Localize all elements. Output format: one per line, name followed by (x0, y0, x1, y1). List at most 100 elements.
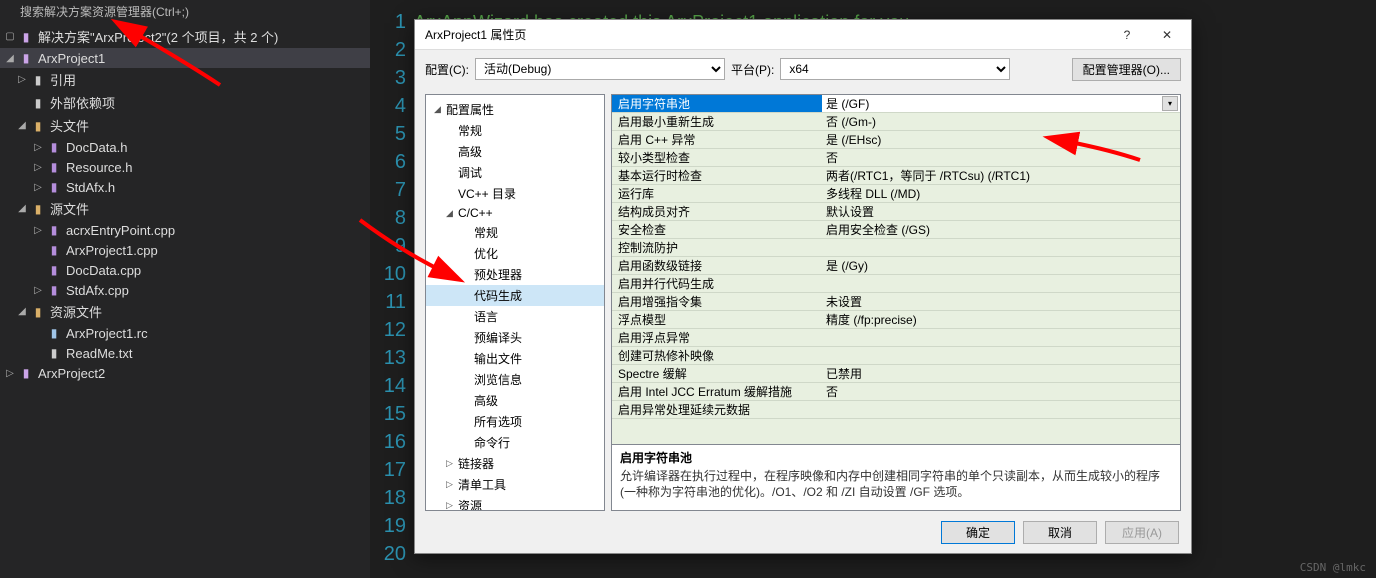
tree-item[interactable]: ◢▮源文件 (0, 197, 370, 220)
nav-item-label: 命令行 (474, 434, 510, 451)
property-row[interactable]: 基本运行时检查两者(/RTC1，等同于 /RTCsu) (/RTC1) (612, 167, 1180, 185)
dropdown-icon[interactable]: ▾ (1162, 96, 1178, 111)
property-row[interactable]: Spectre 缓解已禁用 (612, 365, 1180, 383)
tree-item-label: 资源文件 (50, 302, 102, 321)
property-row[interactable]: 控制流防护 (612, 239, 1180, 257)
property-row[interactable]: 较小类型检查否 (612, 149, 1180, 167)
line-number: 10 (370, 260, 406, 288)
tree-item[interactable]: ▷▮acrxEntryPoint.cpp (0, 220, 370, 240)
chevron-icon: ▢ (4, 31, 16, 42)
nav-item[interactable]: 浏览信息 (426, 369, 604, 390)
config-manager-button[interactable]: 配置管理器(O)... (1072, 58, 1181, 81)
nav-item[interactable]: ◢C/C++ (426, 204, 604, 222)
tree-item[interactable]: ▷▮引用 (0, 68, 370, 91)
nav-item[interactable]: 常规 (426, 120, 604, 141)
nav-item-label: 常规 (474, 224, 498, 241)
chevron-icon: ▷ (446, 458, 458, 469)
tree-item[interactable]: ▷▮StdAfx.h (0, 177, 370, 197)
property-row[interactable]: 浮点模型精度 (/fp:precise) (612, 311, 1180, 329)
property-value[interactable]: 多线程 DLL (/MD) (822, 185, 1180, 202)
nav-item[interactable]: 常规 (426, 222, 604, 243)
tree-item[interactable]: ◢▮ArxProject1 (0, 48, 370, 68)
nav-item[interactable]: ▷链接器 (426, 453, 604, 474)
nav-item[interactable]: ▷资源 (426, 495, 604, 511)
tree-item-label: DocData.cpp (66, 263, 141, 278)
cancel-button[interactable]: 取消 (1023, 521, 1097, 544)
property-row[interactable]: 创建可热修补映像 (612, 347, 1180, 365)
property-value[interactable]: 是 (/Gy) (822, 257, 1180, 274)
property-value[interactable]: 否 (822, 383, 1180, 400)
tree-item[interactable]: ▮ArxProject1.cpp (0, 240, 370, 260)
tree-item[interactable]: ▷▮StdAfx.cpp (0, 280, 370, 300)
property-name: 基本运行时检查 (612, 167, 822, 184)
property-value[interactable]: 否 (/Gm-) (822, 113, 1180, 130)
property-value[interactable]: 精度 (/fp:precise) (822, 311, 1180, 328)
property-row[interactable]: 启用字符串池是 (/GF)▾ (612, 95, 1180, 113)
tree-item[interactable]: ◢▮头文件 (0, 114, 370, 137)
property-value[interactable]: 已禁用 (822, 365, 1180, 382)
property-row[interactable]: 启用增强指令集未设置 (612, 293, 1180, 311)
line-number: 17 (370, 456, 406, 484)
nav-item[interactable]: 预编译头 (426, 327, 604, 348)
apply-button[interactable]: 应用(A) (1105, 521, 1179, 544)
property-row[interactable]: 启用异常处理延续元数据 (612, 401, 1180, 419)
help-button[interactable]: ? (1107, 21, 1147, 49)
property-row[interactable]: 安全检查启用安全检查 (/GS) (612, 221, 1180, 239)
property-value[interactable]: 未设置 (822, 293, 1180, 310)
property-grid[interactable]: 启用字符串池是 (/GF)▾启用最小重新生成否 (/Gm-)启用 C++ 异常是… (611, 94, 1181, 445)
tree-item[interactable]: ▮ArxProject1.rc (0, 323, 370, 343)
nav-item[interactable]: 优化 (426, 243, 604, 264)
nav-item-label: 浏览信息 (474, 371, 522, 388)
chevron-icon: ◢ (16, 120, 28, 131)
nav-item[interactable]: VC++ 目录 (426, 183, 604, 204)
property-value[interactable]: 是 (/EHsc) (822, 131, 1180, 148)
nav-item[interactable]: 命令行 (426, 432, 604, 453)
nav-item[interactable]: 代码生成 (426, 285, 604, 306)
property-value[interactable]: 启用安全检查 (/GS) (822, 221, 1180, 238)
property-row[interactable]: 结构成员对齐默认设置 (612, 203, 1180, 221)
nav-item[interactable]: 语言 (426, 306, 604, 327)
nav-item[interactable]: ◢配置属性 (426, 99, 604, 120)
property-nav-tree[interactable]: ◢配置属性常规高级调试VC++ 目录◢C/C++常规优化预处理器代码生成语言预编… (425, 94, 605, 511)
property-row[interactable]: 启用最小重新生成否 (/Gm-) (612, 113, 1180, 131)
property-row[interactable]: 启用 C++ 异常是 (/EHsc) (612, 131, 1180, 149)
line-number: 2 (370, 36, 406, 64)
nav-item[interactable]: 所有选项 (426, 411, 604, 432)
property-row[interactable]: 启用浮点异常 (612, 329, 1180, 347)
property-row[interactable]: 运行库多线程 DLL (/MD) (612, 185, 1180, 203)
property-row[interactable]: 启用 Intel JCC Erratum 缓解措施否 (612, 383, 1180, 401)
property-row[interactable]: 启用并行代码生成 (612, 275, 1180, 293)
tree-item[interactable]: ▷▮Resource.h (0, 157, 370, 177)
property-value[interactable]: 是 (/GF)▾ (822, 95, 1180, 112)
nav-item[interactable]: ▷清单工具 (426, 474, 604, 495)
nav-item[interactable]: 高级 (426, 390, 604, 411)
tree-item-label: ArxProject1.rc (66, 326, 148, 341)
tree-item[interactable]: ▢▮解决方案"ArxProject2"(2 个项目，共 2 个) (0, 25, 370, 48)
tree-item[interactable]: ▷▮DocData.h (0, 137, 370, 157)
nav-item[interactable]: 调试 (426, 162, 604, 183)
line-number: 13 (370, 344, 406, 372)
tree-item[interactable]: ▮ReadMe.txt (0, 343, 370, 363)
property-value[interactable]: 否 (822, 149, 1180, 166)
nav-item[interactable]: 预处理器 (426, 264, 604, 285)
property-value[interactable]: 两者(/RTC1，等同于 /RTCsu) (/RTC1) (822, 167, 1180, 184)
nav-item[interactable]: 高级 (426, 141, 604, 162)
ok-button[interactable]: 确定 (941, 521, 1015, 544)
file-icon: ▮ (30, 72, 46, 88)
close-button[interactable]: ✕ (1147, 21, 1187, 49)
chevron-icon: ▷ (446, 479, 458, 490)
solution-tree[interactable]: ▢▮解决方案"ArxProject2"(2 个项目，共 2 个)◢▮ArxPro… (0, 23, 370, 385)
config-select[interactable]: 活动(Debug) (475, 58, 725, 80)
property-value[interactable]: 默认设置 (822, 203, 1180, 220)
nav-item[interactable]: 输出文件 (426, 348, 604, 369)
property-row[interactable]: 启用函数级链接是 (/Gy) (612, 257, 1180, 275)
tree-item[interactable]: ◢▮资源文件 (0, 300, 370, 323)
tree-item[interactable]: ▮外部依赖项 (0, 91, 370, 114)
search-placeholder[interactable]: 搜索解决方案资源管理器(Ctrl+;) (0, 0, 370, 23)
property-name: 运行库 (612, 185, 822, 202)
tree-item[interactable]: ▮DocData.cpp (0, 260, 370, 280)
chevron-icon: ◢ (446, 208, 458, 219)
nav-item-label: C/C++ (458, 206, 493, 220)
tree-item[interactable]: ▷▮ArxProject2 (0, 363, 370, 383)
platform-select[interactable]: x64 (780, 58, 1010, 80)
